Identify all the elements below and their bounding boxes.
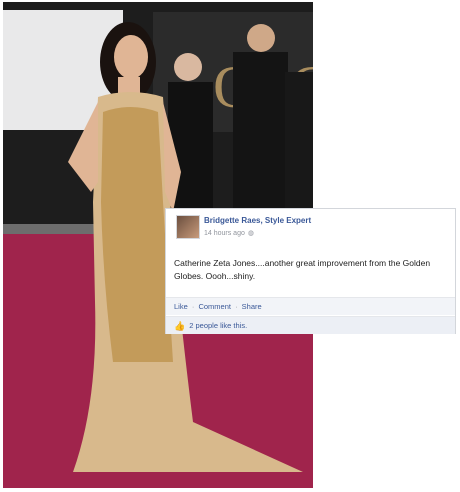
post-text: Catherine Zeta Jones....another great im… [174, 258, 431, 281]
globe-icon: ◍ [247, 230, 254, 237]
like-link[interactable]: Like [174, 302, 188, 311]
action-separator: · [235, 302, 238, 311]
post-meta: 14 hours ago ◍ [204, 229, 254, 238]
post-author[interactable]: Bridgette Raes, Style Expert [204, 216, 311, 225]
share-link[interactable]: Share [242, 302, 262, 311]
likes-count[interactable]: 2 people like this. [189, 317, 247, 335]
thumbs-up-icon: 👍 [174, 320, 186, 331]
post-time[interactable]: 14 hours ago [204, 230, 245, 237]
post-actions: Like · Comment · Share [166, 297, 455, 315]
action-separator: · [191, 302, 195, 311]
likes-summary: 👍 2 people like this. [166, 316, 455, 334]
post-header: Bridgette Raes, Style Expert 14 hours ag… [166, 209, 455, 249]
comment-link[interactable]: Comment [198, 302, 231, 311]
facebook-post-card: Bridgette Raes, Style Expert 14 hours ag… [165, 208, 456, 334]
avatar[interactable] [176, 215, 200, 239]
